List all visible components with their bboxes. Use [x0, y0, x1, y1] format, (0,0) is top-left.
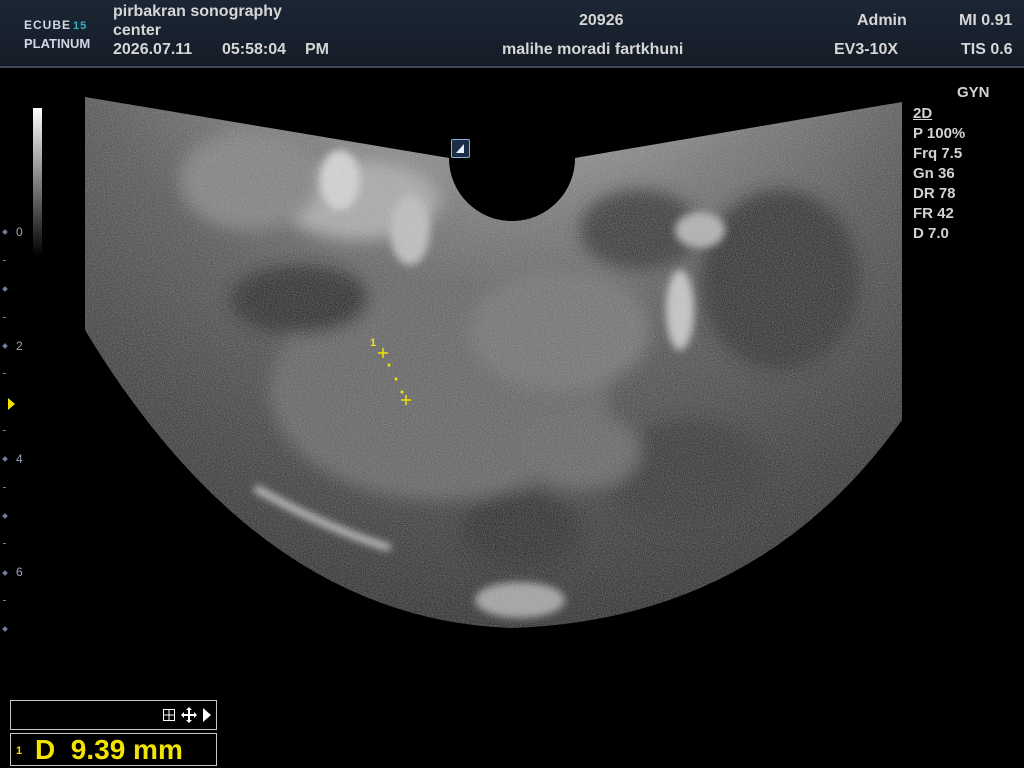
depth-tick	[3, 487, 6, 488]
mode-label: 2D	[913, 105, 933, 122]
depth-tick	[3, 543, 6, 544]
depth-tick	[3, 373, 6, 374]
frequency-param: Frq 7.5	[913, 145, 963, 162]
depth-tick	[3, 600, 6, 601]
grayscale-bar	[33, 108, 42, 256]
depth-tick	[3, 430, 6, 431]
play-right-icon[interactable]	[202, 706, 212, 728]
distance-measurement-value: D 9.39 mm	[35, 734, 183, 765]
caliper-line-dots	[387, 363, 404, 394]
move-cross-icon[interactable]	[181, 706, 197, 728]
depth-label: 4	[16, 452, 23, 466]
grid-icon[interactable]	[163, 706, 175, 726]
result-index: 1	[16, 745, 23, 757]
gain-param: Gn 36	[913, 165, 955, 182]
power-param: P 100%	[913, 125, 966, 142]
measurement-result-box: 1 D 9.39 mm	[10, 733, 217, 766]
measurement-toolbar	[10, 700, 217, 730]
imaging-parameters: 2D P 100% Frq 7.5 Gn 36 DR 78 FR 42 D 7.…	[913, 104, 965, 244]
caliper-overlay	[378, 348, 411, 405]
depth-tick	[3, 317, 6, 318]
depth-tick	[3, 260, 6, 261]
focus-marker[interactable]	[8, 398, 15, 410]
caliper-start-cross[interactable]	[378, 348, 388, 358]
depth-label: 2	[16, 339, 23, 353]
caliper-end-cross[interactable]	[401, 395, 411, 405]
depth-label: 6	[16, 565, 23, 579]
preset-label: GYN	[957, 84, 990, 101]
depth-param: D 7.0	[913, 225, 949, 242]
frame-rate-param: FR 42	[913, 205, 954, 222]
dynamic-range-param: DR 78	[913, 185, 956, 202]
depth-label: 0	[16, 225, 23, 239]
